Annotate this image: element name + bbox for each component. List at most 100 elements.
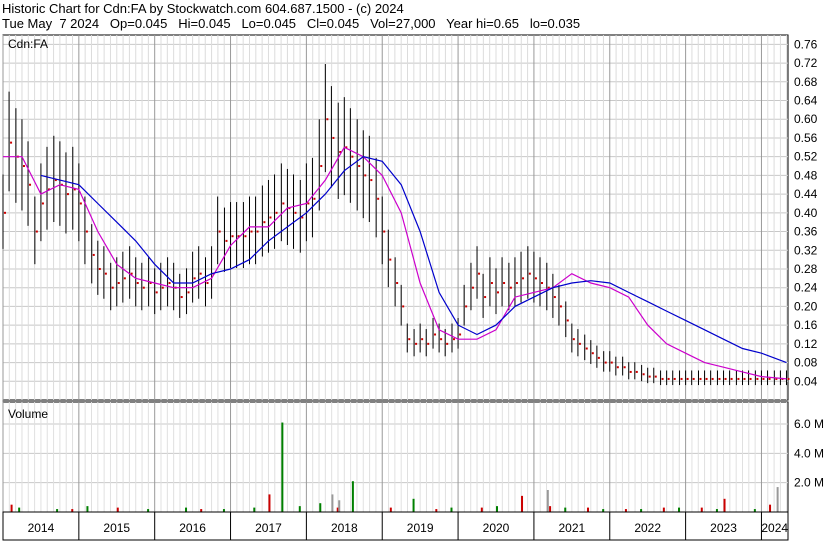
close-point <box>427 342 430 345</box>
close-point <box>4 211 6 214</box>
close-point <box>187 291 190 294</box>
close-point <box>396 282 399 285</box>
close-point <box>465 305 468 308</box>
close-point <box>402 305 405 308</box>
year-tick-label: 2016 <box>179 521 206 535</box>
close-point <box>686 377 689 380</box>
close-point <box>41 202 44 205</box>
close-point <box>540 282 543 285</box>
close-point <box>553 296 556 299</box>
close-point <box>711 377 714 380</box>
close-point <box>496 291 499 294</box>
close-point <box>490 282 493 285</box>
close-point <box>459 333 462 336</box>
close-point <box>648 375 651 378</box>
close-point <box>762 377 765 380</box>
close-point <box>680 377 683 380</box>
close-point <box>591 352 594 355</box>
close-point <box>383 230 386 233</box>
price-tick-label: 0.16 <box>794 318 818 332</box>
stock-chart: 0.76 0.72 0.68 0.64 0.60 0.56 0.52 0.48 0.44 0.40… <box>2 34 824 541</box>
close-point <box>218 230 221 233</box>
year-tick-label: 2014 <box>28 521 55 535</box>
close-point <box>528 272 531 275</box>
close-point <box>275 211 278 214</box>
year-axis: 2014 2015 2016 2017 2018 2019 2020 2021 2022 2023… <box>2 511 789 541</box>
close-point <box>743 377 746 380</box>
volume-bar <box>769 504 772 512</box>
close-point <box>623 366 626 369</box>
close-point <box>256 230 259 233</box>
year-tick-label: 2021 <box>558 521 585 535</box>
close-point <box>206 282 209 285</box>
price-tick-label: 0.52 <box>794 150 818 164</box>
close-point <box>326 118 329 121</box>
year-tick-label: 2017 <box>255 521 282 535</box>
close-point <box>351 155 354 158</box>
close-point <box>231 235 234 238</box>
close-point <box>756 377 759 380</box>
close-point <box>225 239 228 242</box>
close-point <box>79 202 82 205</box>
close-point <box>434 333 437 336</box>
volume-bar <box>587 507 590 512</box>
price-tick-label: 0.24 <box>794 281 818 295</box>
close-point <box>98 267 101 270</box>
close-point <box>29 183 32 186</box>
volume-bar <box>86 506 89 512</box>
year-tick-label: 2015 <box>103 521 130 535</box>
close-point <box>522 277 525 280</box>
close-point <box>180 296 183 299</box>
volume-bar <box>412 498 415 512</box>
close-point <box>193 277 196 280</box>
price-tick-label: 0.20 <box>794 299 818 313</box>
close-point <box>749 377 752 380</box>
close-point <box>263 221 266 224</box>
volume-bar <box>18 507 21 512</box>
price-tick-label: 0.04 <box>794 374 818 388</box>
volume-bar <box>549 506 552 512</box>
price-tick-label: 0.60 <box>794 112 818 126</box>
close-point <box>282 202 285 205</box>
close-point <box>364 174 367 177</box>
close-point <box>117 282 120 285</box>
year-tick-label: 2022 <box>634 521 661 535</box>
price-tick-label: 0.36 <box>794 225 818 239</box>
price-tick-label: 0.40 <box>794 206 818 220</box>
close-point <box>168 282 171 285</box>
close-point <box>610 361 613 364</box>
price-tick-label: 0.08 <box>794 356 818 370</box>
close-point <box>692 377 695 380</box>
close-point <box>421 338 424 341</box>
price-tick-label: 0.76 <box>794 37 818 51</box>
price-panel: 0.76 0.72 0.68 0.64 0.60 0.56 0.52 0.48 0.44 0.40… <box>2 34 818 401</box>
close-point <box>199 272 202 275</box>
close-point <box>718 377 721 380</box>
volume-bar <box>450 507 453 512</box>
close-point <box>142 286 145 289</box>
year-tick-label: 2019 <box>407 521 434 535</box>
close-point <box>389 258 392 261</box>
close-point <box>597 356 600 359</box>
volume-tick-label: 4.0 M <box>794 446 824 460</box>
close-point <box>673 377 676 380</box>
close-point <box>699 377 702 380</box>
close-point <box>111 286 114 289</box>
price-tick-label: 0.48 <box>794 168 818 182</box>
close-point <box>642 373 645 376</box>
close-point <box>559 305 562 308</box>
close-point <box>446 342 449 345</box>
price-tick-label: 0.68 <box>794 75 818 89</box>
volume-tick-label: 6.0 M <box>794 417 824 431</box>
volume-tick-label: 2.0 M <box>794 476 824 490</box>
close-point <box>566 319 569 322</box>
volume-bar <box>662 507 665 512</box>
volume-bar <box>116 507 119 512</box>
close-point <box>35 230 38 233</box>
close-point <box>313 197 316 200</box>
close-point <box>453 338 456 341</box>
volume-bar <box>700 507 703 512</box>
volume-bar <box>268 494 271 512</box>
close-point <box>332 136 335 139</box>
price-tick-label: 0.72 <box>794 56 818 70</box>
